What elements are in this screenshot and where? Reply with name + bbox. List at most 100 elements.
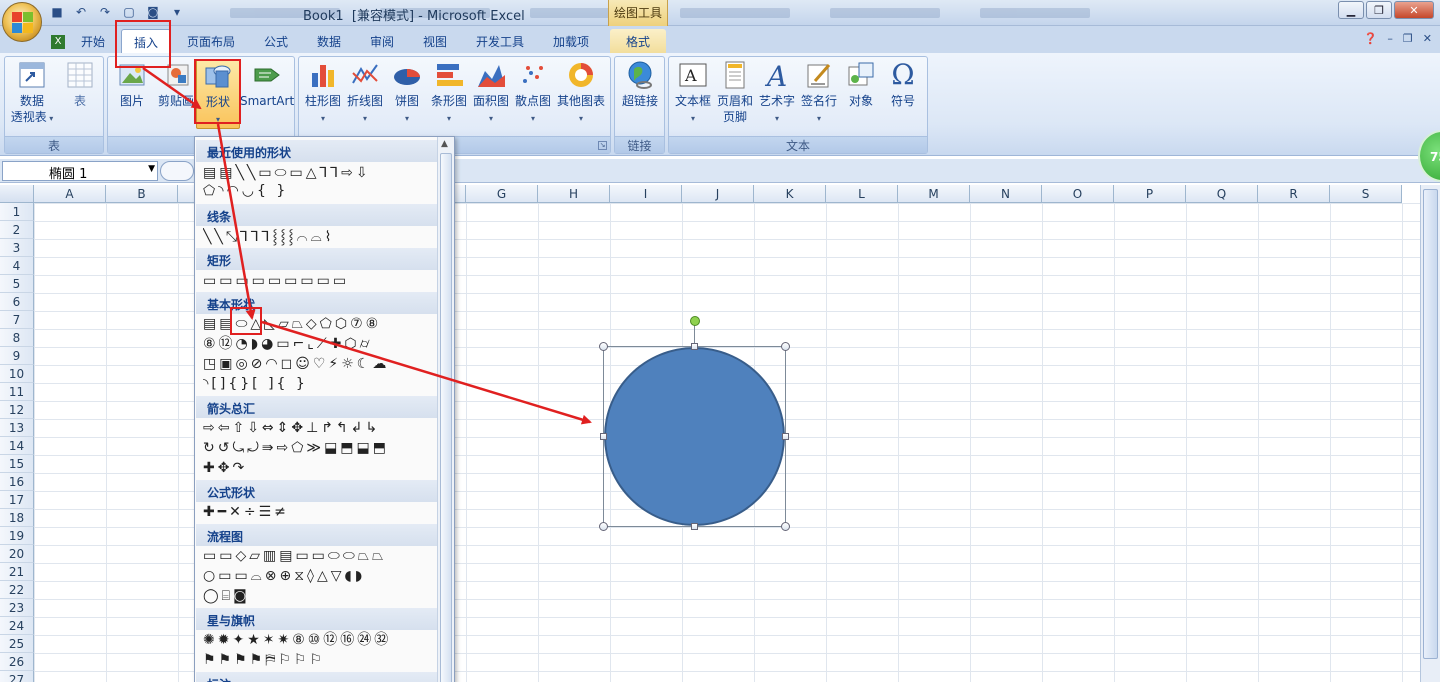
row-header[interactable]: 10 (0, 365, 34, 383)
scatter-chart-button[interactable]: 散点图 ▾ (513, 59, 553, 127)
resize-handle-top-left[interactable] (599, 342, 608, 351)
symbol-button[interactable]: Ω 符号 (883, 59, 923, 109)
row-header[interactable]: 15 (0, 455, 34, 473)
ellipse-shape[interactable] (599, 342, 790, 531)
column-header[interactable]: A (34, 185, 106, 203)
office-button[interactable] (2, 2, 42, 42)
row-header[interactable]: 1 (0, 203, 34, 221)
recent-shapes-row-2[interactable]: ⬠◝◠◡{ } (203, 181, 438, 201)
tab-formulas[interactable]: 公式 (256, 29, 296, 53)
tab-page-layout[interactable]: 页面布局 (180, 29, 242, 53)
minimize-icon[interactable]: ▁ (1338, 1, 1364, 19)
wordart-button[interactable]: A 艺术字 ▾ (757, 59, 797, 127)
restore-icon[interactable]: ❐ (1366, 1, 1392, 19)
stars-row-2[interactable]: ⚑⚑⚑⚑⛿⚐⚐⚐ (203, 650, 438, 670)
resize-handle-bottom-right[interactable] (781, 522, 790, 531)
pivot-table-button[interactable]: 数据 透视表 ▾ (9, 59, 55, 127)
rotation-handle[interactable] (690, 316, 700, 326)
basic-shapes-row-2[interactable]: ⑧⑫◔◗◕▭⌐⌞⟋✚⬡⌭ (203, 334, 438, 354)
gallery-scrollbar[interactable]: ▲ (437, 137, 454, 682)
basic-shapes-row-3[interactable]: ◳▣◎⊘◠◻☺♡⚡☼☾☁ (203, 354, 438, 374)
tab-review[interactable]: 审阅 (362, 29, 402, 53)
scroll-up-icon[interactable]: ▲ (441, 139, 448, 149)
undo-icon[interactable]: ↶ (72, 3, 90, 21)
ribbon-minimize-icon[interactable]: – (1387, 32, 1393, 45)
column-header[interactable]: B (106, 185, 178, 203)
tab-view[interactable]: 视图 (415, 29, 455, 53)
flowchart-row-1[interactable]: ▭▭◇▱▥▤▭▭⬭⬭⏢⏢ (203, 546, 438, 566)
resize-handle-left[interactable] (600, 433, 607, 440)
header-footer-button[interactable]: 页眉和 页脚 (715, 59, 755, 125)
table-button[interactable]: 表 (59, 59, 101, 109)
column-header[interactable]: M (898, 185, 970, 203)
area-chart-button[interactable]: 面积图 ▾ (471, 59, 511, 127)
help-icon[interactable]: ❓ (1364, 32, 1378, 45)
redo-icon[interactable]: ↷ (96, 3, 114, 21)
column-header[interactable]: Q (1186, 185, 1258, 203)
lines-row-1[interactable]: ╲╲⤡⅂⅂⅂⸾⸾⸾⌒⌓⌇ (203, 227, 438, 247)
row-header[interactable]: 19 (0, 527, 34, 545)
tab-format[interactable]: 格式 (610, 29, 666, 53)
row-header[interactable]: 21 (0, 563, 34, 581)
column-header[interactable]: O (1042, 185, 1114, 203)
basic-shapes-row-4[interactable]: ◝[]{}[ ]{ } (203, 374, 438, 394)
vertical-scrollbar[interactable] (1420, 185, 1440, 682)
column-header[interactable]: L (826, 185, 898, 203)
ribbon-restore-icon[interactable]: ❐ (1403, 32, 1413, 45)
smartart-button[interactable]: SmartArt (240, 59, 294, 109)
scrollbar-thumb[interactable] (1423, 189, 1438, 659)
bar-chart-button[interactable]: 条形图 ▾ (429, 59, 469, 127)
arrows-row-3[interactable]: ✚✥↷ (203, 458, 438, 478)
row-header[interactable]: 9 (0, 347, 34, 365)
row-header[interactable]: 5 (0, 275, 34, 293)
rectangles-row-1[interactable]: ▭▭▭▭▭▭▭▭▭ (203, 271, 438, 291)
row-header[interactable]: 27 (0, 671, 34, 682)
row-header[interactable]: 25 (0, 635, 34, 653)
recent-shapes-row-1[interactable]: ▤▤╲╲▭⬭▭△⅂⅂⇨⇩ (203, 163, 438, 183)
row-header[interactable]: 22 (0, 581, 34, 599)
arrows-row-1[interactable]: ⇨⇦⇧⇩⇔⇕✥⊥↱↰↲↳ (203, 418, 438, 438)
tab-data[interactable]: 数据 (309, 29, 349, 53)
ribbon-close-icon[interactable]: ✕ (1423, 32, 1432, 45)
column-header[interactable]: H (538, 185, 610, 203)
column-header[interactable]: S (1330, 185, 1402, 203)
camera-icon[interactable]: ◙ (144, 3, 162, 21)
row-header[interactable]: 18 (0, 509, 34, 527)
column-header[interactable]: N (970, 185, 1042, 203)
dialog-launcher-icon[interactable]: ↘ (598, 141, 607, 150)
name-box[interactable]: 椭圆 1 ▼ (2, 161, 158, 182)
column-header[interactable]: I (610, 185, 682, 203)
line-chart-button[interactable]: 折线图 ▾ (345, 59, 385, 127)
excel-mini-icon[interactable]: X (48, 29, 68, 53)
textbox-button[interactable]: A 文本框 ▾ (671, 59, 715, 127)
print-preview-icon[interactable]: ▢ (120, 3, 138, 21)
row-header[interactable]: 2 (0, 221, 34, 239)
tab-addins[interactable]: 加载项 (545, 29, 597, 53)
gallery-scroll-thumb[interactable] (440, 153, 452, 682)
row-header[interactable]: 11 (0, 383, 34, 401)
pie-chart-button[interactable]: 饼图 ▾ (389, 59, 425, 127)
customize-icon[interactable]: ▾ (168, 3, 186, 21)
row-header[interactable]: 8 (0, 329, 34, 347)
resize-handle-top[interactable] (691, 343, 698, 350)
resize-handle-top-right[interactable] (781, 342, 790, 351)
column-header[interactable]: J (682, 185, 754, 203)
other-charts-button[interactable]: 其他图表 ▾ (555, 59, 607, 127)
row-header[interactable]: 6 (0, 293, 34, 311)
column-header[interactable]: R (1258, 185, 1330, 203)
formula-fx-button[interactable] (160, 161, 194, 181)
row-header[interactable]: 13 (0, 419, 34, 437)
resize-handle-bottom-left[interactable] (599, 522, 608, 531)
chevron-down-icon[interactable]: ▼ (148, 164, 155, 174)
equation-row-1[interactable]: ✚━✕÷☰≠ (203, 502, 438, 522)
row-header[interactable]: 24 (0, 617, 34, 635)
row-header[interactable]: 23 (0, 599, 34, 617)
ellipse-fill[interactable] (604, 347, 785, 526)
row-header[interactable]: 12 (0, 401, 34, 419)
row-header[interactable]: 14 (0, 437, 34, 455)
row-header[interactable]: 26 (0, 653, 34, 671)
row-header[interactable]: 16 (0, 473, 34, 491)
tab-home[interactable]: 开始 (72, 29, 114, 53)
column-header[interactable]: K (754, 185, 826, 203)
resize-handle-right[interactable] (782, 433, 789, 440)
